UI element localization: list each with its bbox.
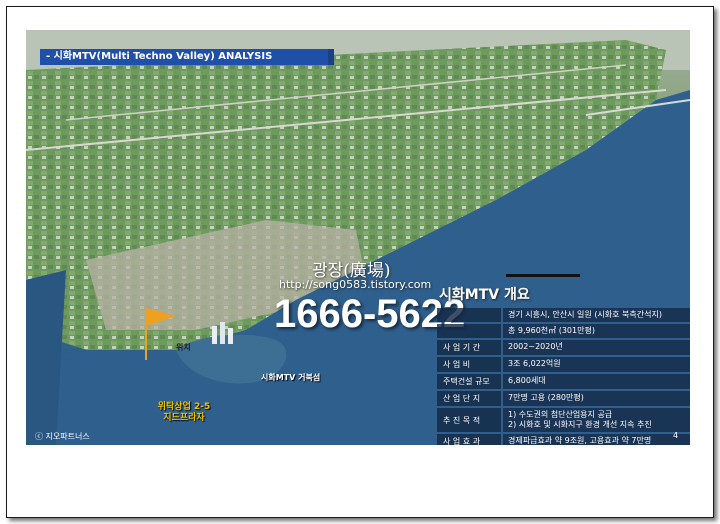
row-label: 추 진 목 적 [437, 408, 501, 432]
row-value: 3조 6,022억원 [503, 357, 690, 372]
slide-title: - 시화MTV(Multi Techno Valley) ANALYSIS [40, 49, 334, 65]
row-value: 1) 수도권의 첨단산업용지 공급 2) 시화호 및 시화지구 환경 개선 지속… [503, 408, 690, 432]
watermark-url: http://song0583.tistory.com [279, 278, 432, 291]
page-number: 4 [673, 431, 679, 440]
heading-underline [506, 274, 580, 277]
row-label [437, 324, 501, 338]
row-label: 사 업 기 간 [437, 340, 501, 355]
site-label-line2: 지드프라자 [163, 413, 205, 423]
overview-heading: 시화MTV 개요 [439, 287, 530, 303]
row-value: 2002~2020년 [503, 340, 690, 355]
table-row: 경기 시흥시, 안산시 일원 (시화호 북측간석지) [437, 308, 690, 322]
table-row: 사 업 효 과 경제파급효과 약 9조원, 고용효과 약 7만명 [437, 434, 690, 445]
lake-district-label: 시화MTV 거북섬 [261, 373, 321, 382]
row-value: 7만명 고용 (280만평) [503, 391, 690, 406]
row-value: 총 9,960천㎡ (301만평) [503, 324, 690, 338]
table-row: 사 업 기 간 2002~2020년 [437, 340, 690, 355]
row-label: 사 업 비 [437, 357, 501, 372]
overview-table: 경기 시흥시, 안산시 일원 (시화호 북측간석지) 총 9,960천㎡ (30… [437, 308, 690, 445]
table-row: 사 업 비 3조 6,022억원 [437, 357, 690, 372]
row-label: 산 업 단 지 [437, 391, 501, 406]
table-row: 추 진 목 적 1) 수도권의 첨단산업용지 공급 2) 시화호 및 시화지구 … [437, 408, 690, 432]
slide: - 시화MTV(Multi Techno Valley) ANALYSIS 광장… [26, 30, 690, 445]
row-label: 주택건설 규모 [437, 374, 501, 389]
row-value: 경기 시흥시, 안산시 일원 (시화호 북측간석지) [503, 308, 690, 322]
table-row: 산 업 단 지 7만명 고용 (280만평) [437, 391, 690, 406]
site-label: 위탁상업 2-5 지드프라자 [144, 402, 224, 424]
location-pin-label: 위치 [176, 343, 191, 352]
row-value: 경제파급효과 약 9조원, 고용효과 약 7만명 [503, 434, 690, 445]
row-label [437, 308, 501, 322]
row-label: 사 업 효 과 [437, 434, 501, 445]
site-label-line1: 위탁상업 2-5 [157, 402, 211, 412]
row-value: 6,800세대 [503, 374, 690, 389]
table-row: 주택건설 규모 6,800세대 [437, 374, 690, 389]
copyright-text: ⓒ 지오파트너스 [35, 432, 90, 441]
table-row: 총 9,960천㎡ (301만평) [437, 324, 690, 338]
